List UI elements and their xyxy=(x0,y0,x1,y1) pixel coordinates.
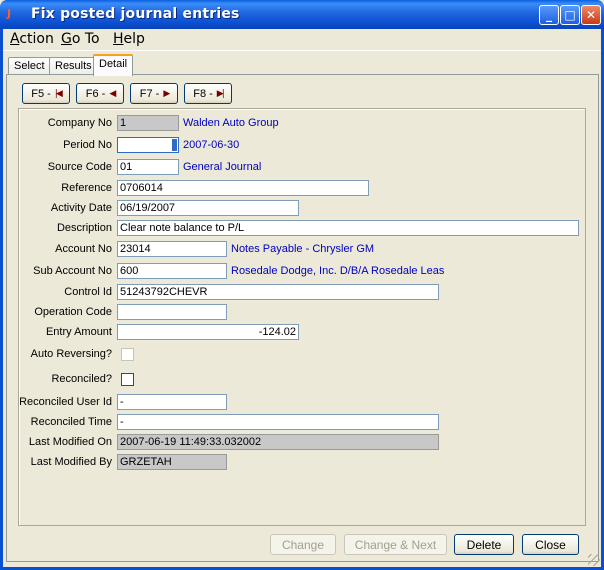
reconciled-time-label: Reconciled Time xyxy=(30,416,112,428)
sub-account-no-label: Sub Account No xyxy=(33,265,112,277)
period-date: 2007-06-30 xyxy=(183,139,240,151)
account-no-label: Account No xyxy=(55,243,112,255)
auto-reversing-label: Auto Reversing? xyxy=(30,348,112,360)
reference-label: Reference xyxy=(61,182,112,194)
menu-go-to[interactable]: Go To xyxy=(61,31,100,47)
reference-field[interactable]: 0706014 xyxy=(117,180,369,196)
source-code-label: Source Code xyxy=(47,161,112,173)
reconciled-checkbox[interactable] xyxy=(121,373,134,386)
reconciled-label: Reconciled? xyxy=(51,373,112,385)
window-frame-left xyxy=(0,29,3,570)
period-no-label: Period No xyxy=(63,139,112,151)
minimize-button[interactable]: _ xyxy=(539,5,559,25)
activity-date-label: Activity Date xyxy=(50,202,112,214)
close-window-button[interactable]: ✕ xyxy=(581,5,601,25)
source-code-field[interactable]: 01 xyxy=(117,159,179,175)
first-record-icon: |◀ xyxy=(54,88,63,99)
last-record-icon: ▶| xyxy=(216,88,225,99)
first-record-button[interactable]: F5 - |◀ xyxy=(22,83,70,104)
window-title: Fix posted journal entries xyxy=(31,6,240,22)
menu-bar: Action Go To Help xyxy=(3,29,601,51)
first-record-label: F5 - xyxy=(31,87,51,100)
previous-record-button[interactable]: F6 - ◀ xyxy=(76,83,124,104)
reconciled-time-field[interactable]: - xyxy=(117,414,439,430)
next-record-label: F7 - xyxy=(139,87,160,100)
last-record-button[interactable]: F8 - ▶| xyxy=(184,83,232,104)
previous-record-label: F6 - xyxy=(85,87,106,100)
delete-button[interactable]: Delete xyxy=(454,534,514,555)
last-modified-on-label: Last Modified On xyxy=(28,436,112,448)
reconciled-user-id-field[interactable]: - xyxy=(117,394,227,410)
maximize-button[interactable]: □ xyxy=(560,5,580,25)
sub-account-no-field[interactable]: 600 xyxy=(117,263,227,279)
change-button[interactable]: Change xyxy=(270,534,336,555)
resize-grip[interactable] xyxy=(588,554,600,566)
title-bar[interactable]: J Fix posted journal entries _ □ ✕ xyxy=(0,0,604,29)
last-record-label: F8 - xyxy=(193,87,213,100)
description-field[interactable]: Clear note balance to P/L xyxy=(117,220,579,236)
company-no-label: Company No xyxy=(47,117,112,129)
tab-detail[interactable]: Detail xyxy=(93,54,134,76)
app-icon: J xyxy=(7,7,12,20)
reconciled-user-id-label: Reconciled User Id xyxy=(19,396,112,408)
account-desc: Notes Payable - Chrysler GM xyxy=(231,243,375,255)
account-no-field[interactable]: 23014 xyxy=(117,241,227,257)
auto-reversing-checkbox[interactable] xyxy=(121,348,134,361)
period-no-field[interactable] xyxy=(117,137,179,153)
last-modified-on-field: 2007-06-19 11:49:33.032002 xyxy=(117,434,439,450)
description-label: Description xyxy=(56,222,112,234)
source-code-desc: General Journal xyxy=(183,161,262,173)
entry-amount-field[interactable]: -124.02 xyxy=(117,324,299,340)
company-no-field: 1 xyxy=(117,115,179,131)
last-modified-by-field: GRZETAH xyxy=(117,454,227,470)
next-record-icon: ▶ xyxy=(163,88,170,99)
menu-help[interactable]: Help xyxy=(113,31,145,47)
control-id-label: Control Id xyxy=(64,286,112,298)
last-modified-by-label: Last Modified By xyxy=(30,456,112,468)
period-no-caret xyxy=(172,139,177,151)
operation-code-field[interactable] xyxy=(117,304,227,320)
next-record-button[interactable]: F7 - ▶ xyxy=(130,83,178,104)
change-next-button[interactable]: Change & Next xyxy=(344,534,447,555)
company-name: Walden Auto Group xyxy=(183,117,279,129)
menu-action[interactable]: Action xyxy=(10,31,54,47)
activity-date-field[interactable]: 06/19/2007 xyxy=(117,200,299,216)
entry-amount-label: Entry Amount xyxy=(45,326,112,338)
tab-strip: Select Results Detail xyxy=(3,52,601,76)
control-id-field[interactable]: 51243792CHEVR xyxy=(117,284,439,300)
sub-account-desc: Rosedale Dodge, Inc. D/B/A Rosedale Leas xyxy=(231,265,445,277)
close-button[interactable]: Close xyxy=(522,534,579,555)
operation-code-label: Operation Code xyxy=(34,306,112,318)
previous-record-icon: ◀ xyxy=(109,88,116,99)
